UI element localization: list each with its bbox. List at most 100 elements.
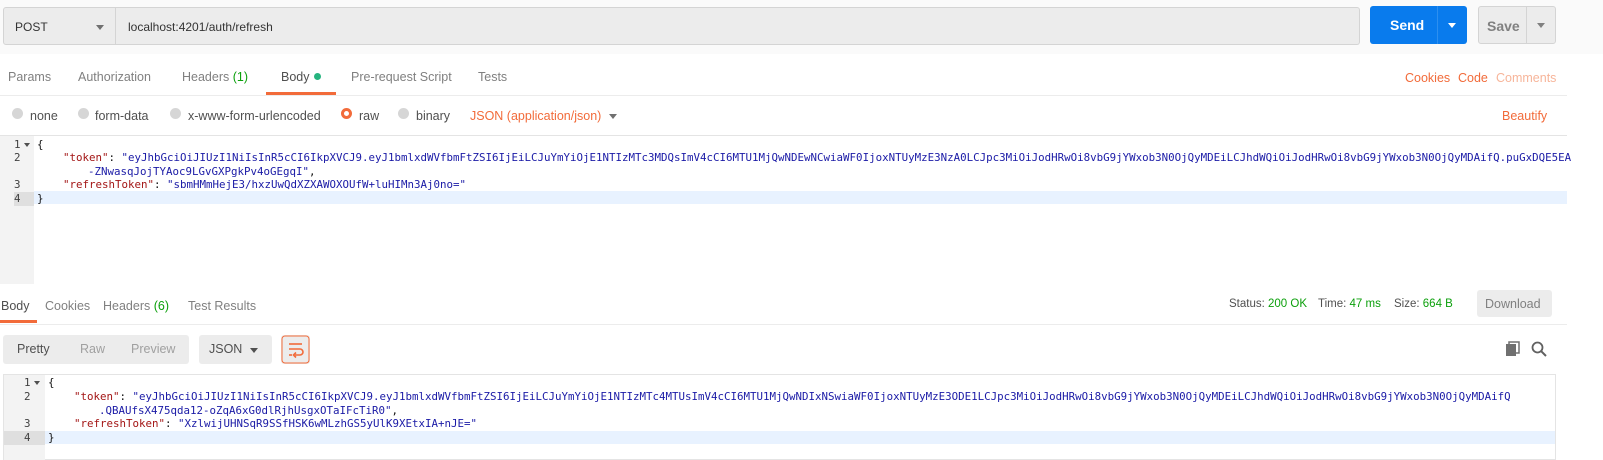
preview-button[interactable]: Preview xyxy=(131,342,175,356)
code-line: .QBAUfsX475qda12-oZqA6xG0dlRjhUsgxOTaIFc… xyxy=(99,404,399,417)
radio-raw[interactable] xyxy=(341,108,352,119)
tab-body-label: Body xyxy=(281,70,310,84)
radio-raw-label: raw xyxy=(359,109,380,123)
method-label: POST xyxy=(15,20,48,34)
code-line: "refreshToken": "sbmHMmHejE3/hxzUwQdXZXA… xyxy=(63,178,467,191)
tab-test-results[interactable]: Test Results xyxy=(188,299,256,313)
tab-params[interactable]: Params xyxy=(8,70,51,84)
radio-none[interactable] xyxy=(12,108,23,119)
code-line: "refreshToken": "XzlwijUHNSqR9SSfHSK6wML… xyxy=(74,417,478,430)
caret-down-icon[interactable] xyxy=(1537,23,1545,28)
json-string: -ZNwasqJojTYAoc9LGvGXPgkPv4oGEgqI" xyxy=(88,165,310,178)
response-tabs: Body Cookies Headers (6) Test Results St… xyxy=(0,285,1567,325)
code-line: "token": "eyJhbGciOiJIUzI1NiIsInR5cCI6Ik… xyxy=(63,151,1572,164)
format-label: JSON xyxy=(209,342,243,356)
method-select[interactable]: POST xyxy=(3,7,116,45)
line-number: 2 xyxy=(14,151,21,164)
save-label: Save xyxy=(1487,18,1520,34)
divider xyxy=(1437,6,1438,44)
send-label: Send xyxy=(1390,17,1425,33)
json-key: "token" xyxy=(74,390,120,403)
tab-pre-request-script[interactable]: Pre-request Script xyxy=(351,70,452,84)
line-gutter: 1 2 3 4 xyxy=(4,375,45,460)
tab-authorization[interactable]: Authorization xyxy=(78,70,151,84)
comments-link[interactable]: Comments xyxy=(1496,71,1556,85)
pretty-button[interactable]: Pretty xyxy=(17,342,50,356)
response-body-viewer[interactable]: 1 2 3 4 { "token": "eyJhbGciOiJIUzI1NiIs… xyxy=(3,374,1556,460)
line-number: 1 xyxy=(24,376,31,389)
response-toolbar: Pretty Raw Preview JSON xyxy=(0,326,1567,373)
line-number: 4 xyxy=(14,192,34,206)
time-value: 47 ms xyxy=(1349,298,1381,310)
line-number: 3 xyxy=(24,417,31,430)
tab-response-headers[interactable]: Headers (6) xyxy=(103,299,169,313)
code-link[interactable]: Code xyxy=(1458,71,1488,85)
active-tab-indicator xyxy=(0,320,37,323)
caret-down-icon[interactable] xyxy=(1448,23,1456,28)
fold-arrow-icon[interactable] xyxy=(34,381,40,385)
caret-down-icon xyxy=(250,348,258,353)
tab-response-headers-count: (6) xyxy=(153,299,170,313)
request-body-editor[interactable]: 1 2 3 4 { "token": "eyJhbGciOiJIUzI1NiIs… xyxy=(0,135,1571,284)
json-key: "refreshToken" xyxy=(63,178,155,191)
tab-headers[interactable]: Headers (1) xyxy=(182,70,248,84)
content-type-select[interactable]: JSON (application/json) xyxy=(470,109,601,123)
json-key: "refreshToken" xyxy=(74,417,166,430)
radio-urlencoded-label: x-www-form-urlencoded xyxy=(188,109,321,123)
download-button[interactable]: Download xyxy=(1477,290,1552,317)
active-tab-indicator xyxy=(266,92,336,95)
download-label: Download xyxy=(1485,297,1541,311)
code-line: -ZNwasqJojTYAoc9LGvGXPgkPv4oGEgqI", xyxy=(88,165,316,178)
json-string: "eyJhbGciOiJIUzI1NiIsInR5cCI6IkpXVCJ9.ey… xyxy=(132,390,1511,403)
fold-arrow-icon[interactable] xyxy=(24,143,30,147)
current-line-highlight xyxy=(45,431,1555,444)
radio-none-label: none xyxy=(30,109,58,123)
tab-response-cookies[interactable]: Cookies xyxy=(45,299,90,313)
radio-urlencoded[interactable] xyxy=(170,108,181,119)
json-string: "sbmHMmHejE3/hxzUwQdXZXAWOXOUfW+luHIMn3A… xyxy=(167,178,467,191)
copy-icon[interactable] xyxy=(1505,341,1521,357)
search-icon[interactable] xyxy=(1531,341,1547,357)
code-line: { xyxy=(48,376,55,389)
status-value: 200 OK xyxy=(1268,298,1308,310)
tab-response-headers-label: Headers xyxy=(103,299,151,313)
status-readout: Status: 200 OK xyxy=(1229,298,1307,310)
size-readout: Size: 664 B xyxy=(1394,298,1453,310)
json-string: "XzlwijUHNSqR9SSfHSK6wMLzhGS5yUlK9XEtxIA… xyxy=(178,417,478,430)
code-line: "token": "eyJhbGciOiJIUzI1NiIsInR5cCI6Ik… xyxy=(74,390,1511,403)
size-label: Size: xyxy=(1394,298,1420,310)
url-input[interactable]: localhost:4201/auth/refresh xyxy=(116,7,1360,45)
radio-binary[interactable] xyxy=(398,108,409,119)
view-mode-group: Pretty Raw Preview xyxy=(3,335,189,364)
json-key: "token" xyxy=(63,151,109,164)
time-label: Time: xyxy=(1318,298,1347,310)
line-gutter: 1 2 3 4 xyxy=(0,136,34,284)
caret-down-icon[interactable] xyxy=(609,114,617,119)
tab-headers-label: Headers xyxy=(182,70,230,84)
code-line: { xyxy=(37,138,44,151)
format-select[interactable]: JSON xyxy=(199,335,272,364)
modified-dot-icon xyxy=(313,73,321,80)
tab-headers-count: (1) xyxy=(232,70,249,84)
cookies-link[interactable]: Cookies xyxy=(1405,71,1450,85)
radio-form-data-label: form-data xyxy=(95,109,149,123)
radio-binary-label: binary xyxy=(416,109,451,123)
code-line: } xyxy=(48,431,55,444)
tab-response-body[interactable]: Body xyxy=(1,299,30,313)
raw-button[interactable]: Raw xyxy=(80,342,105,356)
beautify-link[interactable]: Beautify xyxy=(1502,109,1547,123)
radio-form-data[interactable] xyxy=(78,108,89,119)
line-number: 4 xyxy=(4,431,45,445)
save-button[interactable]: Save xyxy=(1478,6,1556,44)
divider xyxy=(1526,7,1527,43)
tab-body[interactable]: Body xyxy=(281,70,321,84)
wrap-lines-icon xyxy=(281,335,310,364)
line-number: 2 xyxy=(24,390,31,403)
code-line: } xyxy=(37,192,44,205)
body-type-options: none form-data x-www-form-urlencoded raw… xyxy=(0,97,1567,134)
time-readout: Time: 47 ms xyxy=(1318,298,1381,310)
wrap-lines-button[interactable] xyxy=(281,335,310,364)
send-button[interactable]: Send xyxy=(1370,6,1467,44)
tab-tests[interactable]: Tests xyxy=(478,70,507,84)
size-value: 664 B xyxy=(1422,298,1453,310)
